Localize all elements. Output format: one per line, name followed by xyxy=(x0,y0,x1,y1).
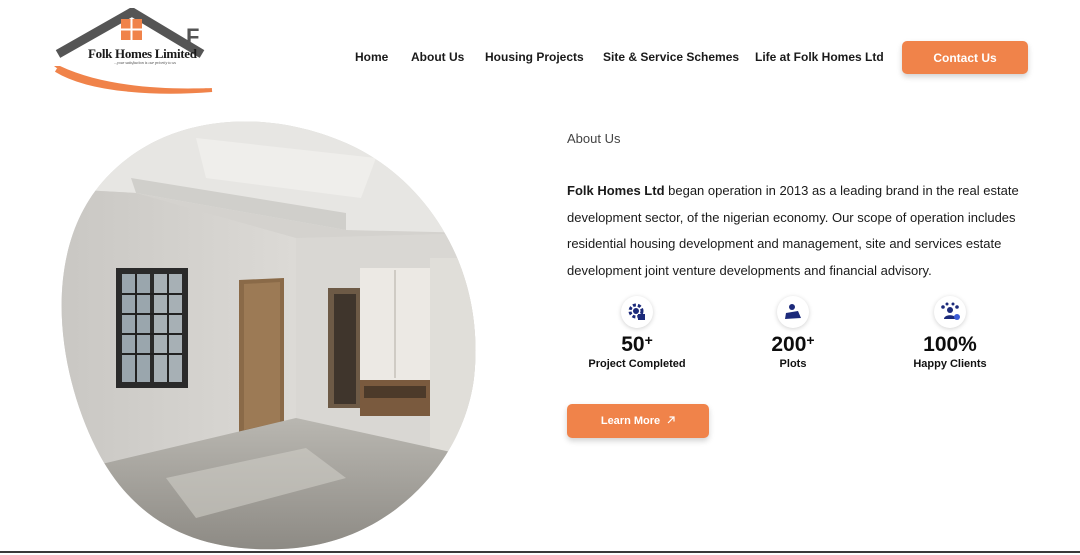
stat-projects-value: 50 xyxy=(621,333,645,356)
stat-plots-suffix: + xyxy=(806,332,815,348)
logo-tagline: ...your satisfaction is our priority to … xyxy=(114,60,176,65)
learn-more-button[interactable]: Learn More xyxy=(567,404,709,438)
stat-plots-value: 200 xyxy=(771,333,807,356)
stat-projects-label: Project Completed xyxy=(588,358,686,370)
logo[interactable]: F Folk Homes Limited ...your satisfactio… xyxy=(52,8,214,96)
stat-clients-value: 100% xyxy=(923,333,977,356)
stat-clients-label: Happy Clients xyxy=(913,358,987,370)
contact-us-button[interactable]: Contact Us xyxy=(902,41,1028,74)
happy-clients-icon xyxy=(934,296,966,328)
stat-projects: 50+ Project Completed xyxy=(557,296,717,370)
nav-about-us[interactable]: About Us xyxy=(411,50,464,64)
stat-projects-suffix: + xyxy=(644,332,653,348)
company-name: Folk Homes Ltd xyxy=(567,183,665,198)
nav-life-at-folk-homes[interactable]: Life at Folk Homes Ltd xyxy=(755,50,884,64)
nav-housing-projects[interactable]: Housing Projects xyxy=(485,50,584,64)
stat-plots: 200+ Plots xyxy=(713,296,873,370)
stat-clients: 100% Happy Clients xyxy=(870,296,1030,370)
stat-plots-label: Plots xyxy=(779,358,807,370)
gear-house-icon xyxy=(621,296,653,328)
land-plot-icon xyxy=(777,296,809,328)
section-label-about: About Us xyxy=(567,131,621,146)
nav-home[interactable]: Home xyxy=(355,50,388,64)
about-description: Folk Homes Ltd began operation in 2013 a… xyxy=(567,178,1037,285)
learn-more-label: Learn More xyxy=(600,415,661,427)
arrow-up-right-icon xyxy=(667,415,675,427)
nav-site-service-schemes[interactable]: Site & Service Schemes xyxy=(603,50,739,64)
bottom-divider xyxy=(0,551,1080,553)
interior-room-photo xyxy=(61,121,476,550)
